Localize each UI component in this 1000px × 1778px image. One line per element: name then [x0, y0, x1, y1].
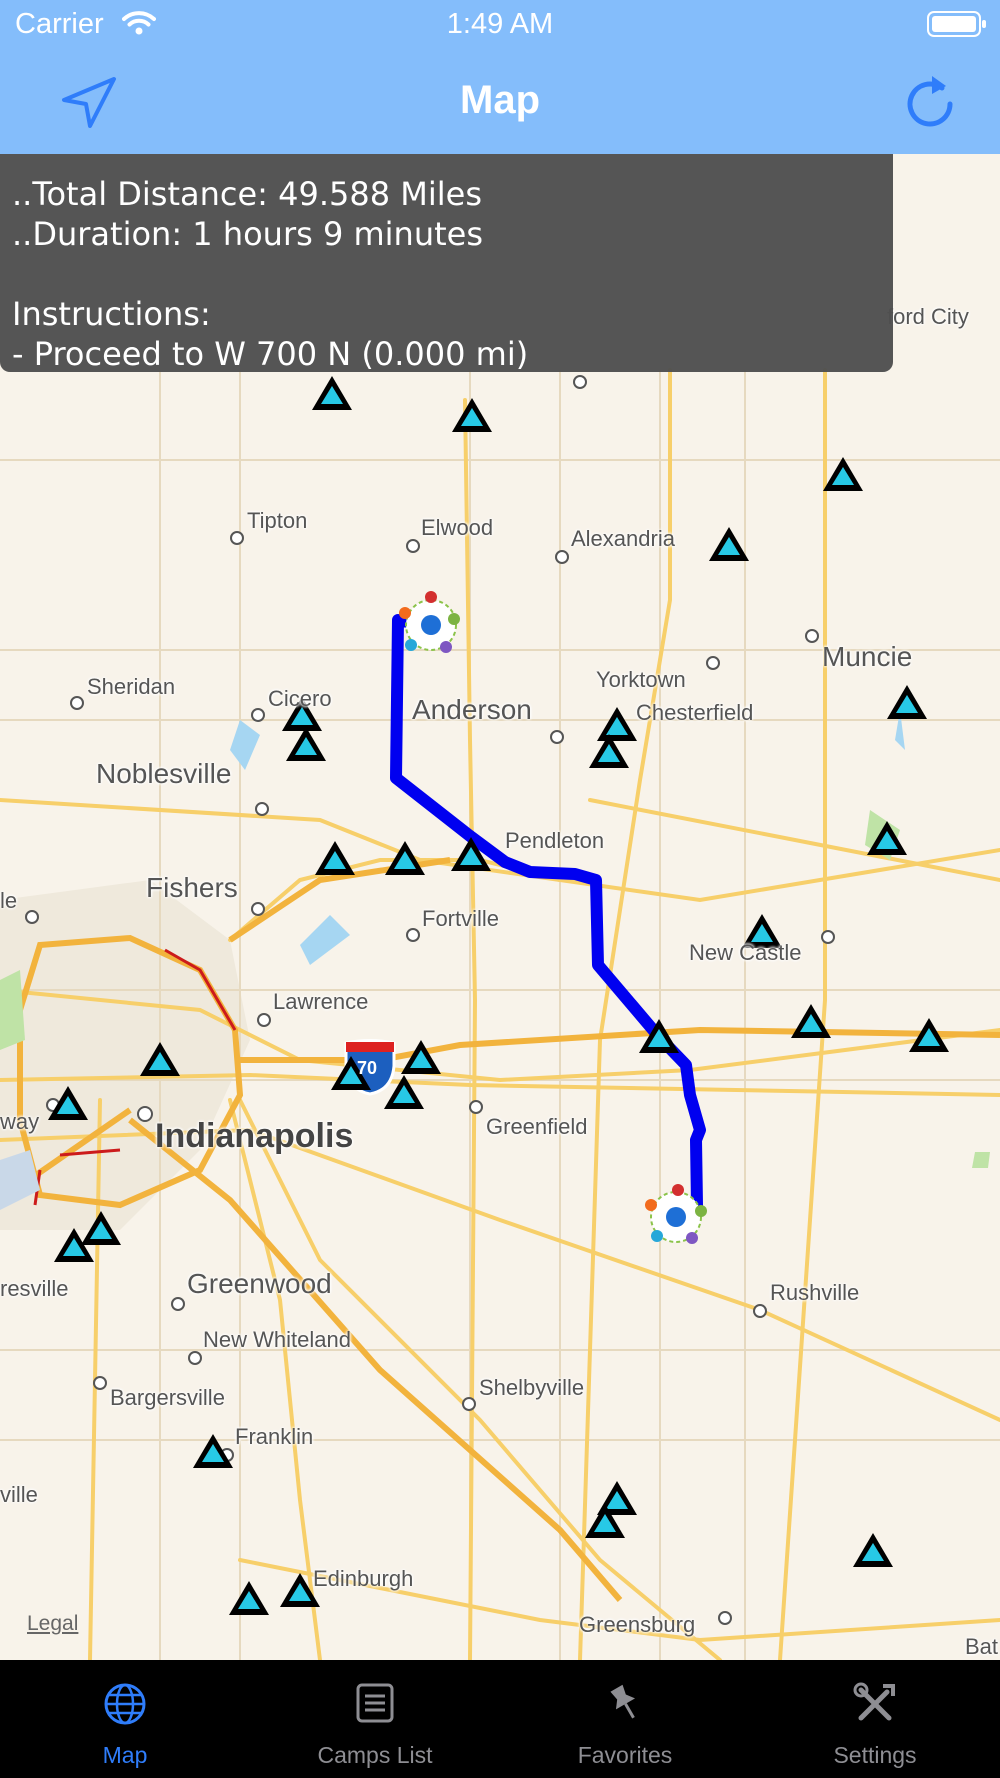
place-label: Pendleton	[505, 828, 605, 853]
interstate-number: 70	[357, 1058, 378, 1078]
place-label: Fishers	[146, 872, 238, 903]
place-label: ville	[0, 1482, 38, 1507]
place-label: way	[0, 1109, 40, 1134]
place-label: Lawrence	[273, 989, 369, 1014]
instructions-title: Instructions:	[12, 295, 211, 333]
place-label: Sheridan	[87, 674, 176, 699]
refresh-icon[interactable]	[904, 72, 956, 135]
map-base	[0, 154, 1000, 1660]
list-icon	[250, 1682, 500, 1724]
place-label: Elwood	[421, 515, 494, 540]
tab-camps-list[interactable]: Camps List	[250, 1660, 500, 1778]
top-bar: Carrier 1:49 AM Map	[0, 0, 1000, 154]
tab-settings[interactable]: Settings	[750, 1660, 1000, 1778]
duration: ..Duration: 1 hours 9 minutes	[12, 215, 484, 253]
tab-map[interactable]: Map	[0, 1660, 250, 1778]
place-label: resville	[0, 1276, 69, 1301]
pin-icon	[500, 1682, 750, 1724]
globe-icon	[0, 1682, 250, 1726]
place-label: Noblesville	[96, 758, 232, 789]
place-label: Alexandria	[571, 526, 675, 551]
tab-bar: Map Camps List Favorites Settings	[0, 1660, 1000, 1778]
place-label: Fortville	[422, 906, 500, 931]
place-label: Greensburg	[579, 1612, 696, 1637]
place-label: Greenwood	[187, 1268, 332, 1299]
page-title: Map	[460, 78, 540, 122]
route-info-panel: ..Total Distance: 49.588 Miles ..Duratio…	[0, 154, 893, 373]
place-label: New Castle	[689, 940, 802, 965]
place-label: Greenfield	[486, 1114, 588, 1139]
battery-icon	[926, 9, 988, 44]
place-label: Tipton	[247, 508, 308, 533]
map-view[interactable]: ford City Tipton Elwood Alexandria Munci…	[0, 154, 1000, 1660]
tools-icon	[750, 1682, 1000, 1726]
place-label: Anderson	[412, 694, 532, 725]
place-label: Indianapolis	[155, 1117, 354, 1155]
place-label: ford City	[887, 304, 969, 329]
instruction-step: - Proceed to W 700 N (0.000 mi)	[12, 335, 529, 373]
place-label: le	[0, 888, 18, 913]
place-label: Bargersville	[110, 1385, 225, 1410]
place-label: Yorktown	[596, 667, 686, 692]
place-label: Cicero	[268, 686, 332, 711]
tab-label: Favorites	[577, 1742, 673, 1768]
legal-link[interactable]: Legal	[27, 1612, 78, 1636]
total-distance: ..Total Distance: 49.588 Miles	[12, 175, 483, 213]
status-time: 1:49 AM	[446, 8, 554, 40]
place-label: New Whiteland	[203, 1327, 351, 1352]
tab-label: Camps List	[317, 1742, 433, 1768]
place-label: Muncie	[822, 641, 913, 672]
tab-favorites[interactable]: Favorites	[500, 1660, 750, 1778]
place-label: Edinburgh	[313, 1566, 414, 1591]
place-label: Chesterfield	[636, 700, 754, 725]
place-label: Franklin	[235, 1424, 314, 1449]
tab-label: Map	[102, 1742, 148, 1768]
place-label: Rushville	[770, 1280, 860, 1305]
place-label: Shelbyville	[479, 1375, 585, 1400]
place-label: Bat	[965, 1634, 999, 1659]
tab-label: Settings	[833, 1742, 917, 1768]
